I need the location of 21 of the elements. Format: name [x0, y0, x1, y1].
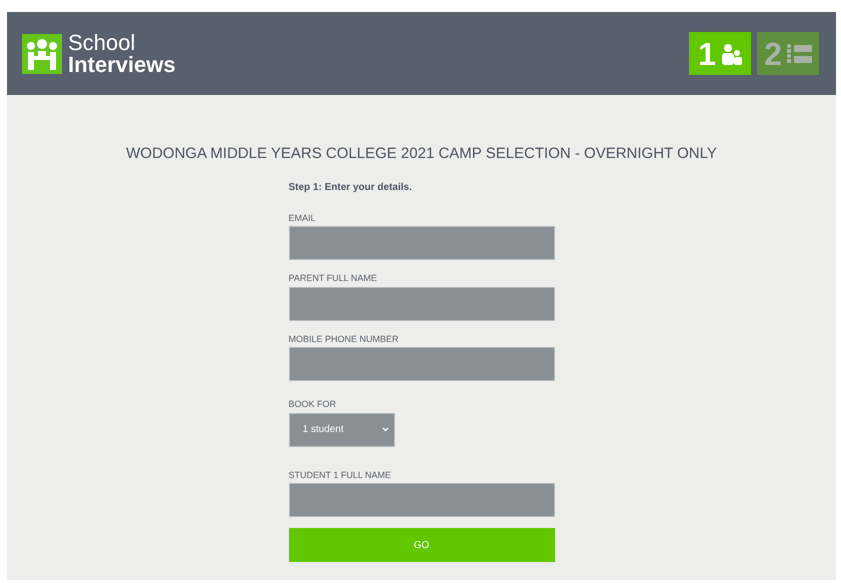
input-field[interactable] — [288, 286, 554, 320]
step-indicator: 1 — [689, 32, 751, 75]
field-label: PARENT FULL NAME — [288, 272, 378, 285]
page-title: WODONGA MIDDLE YEARS COLLEGE 2021 CAMP SELECTION - OVERNIGHT ONLY — [126, 144, 717, 164]
go-button[interactable]: GO — [288, 528, 554, 562]
chevron-down-icon — [382, 427, 388, 432]
input-field[interactable] — [288, 347, 554, 381]
logo-text: Interviews — [68, 54, 176, 76]
dropdown[interactable]: 1 student — [288, 412, 394, 446]
list-icon — [786, 42, 812, 64]
logo-text: School — [68, 32, 136, 54]
field-label: MOBILE PHONE NUMBER — [288, 332, 400, 346]
step-instruction: Step 1: Enter your details. — [288, 180, 413, 194]
input-field[interactable] — [288, 483, 554, 517]
logo-icon — [22, 34, 62, 74]
field-label: EMAIL — [288, 212, 317, 224]
step-indicator: 2 — [757, 32, 819, 75]
input-field[interactable] — [288, 226, 554, 260]
field-label: BOOK FOR — [288, 398, 338, 411]
people-icon — [720, 42, 742, 64]
field-label: STUDENT 1 FULL NAME — [288, 468, 392, 482]
